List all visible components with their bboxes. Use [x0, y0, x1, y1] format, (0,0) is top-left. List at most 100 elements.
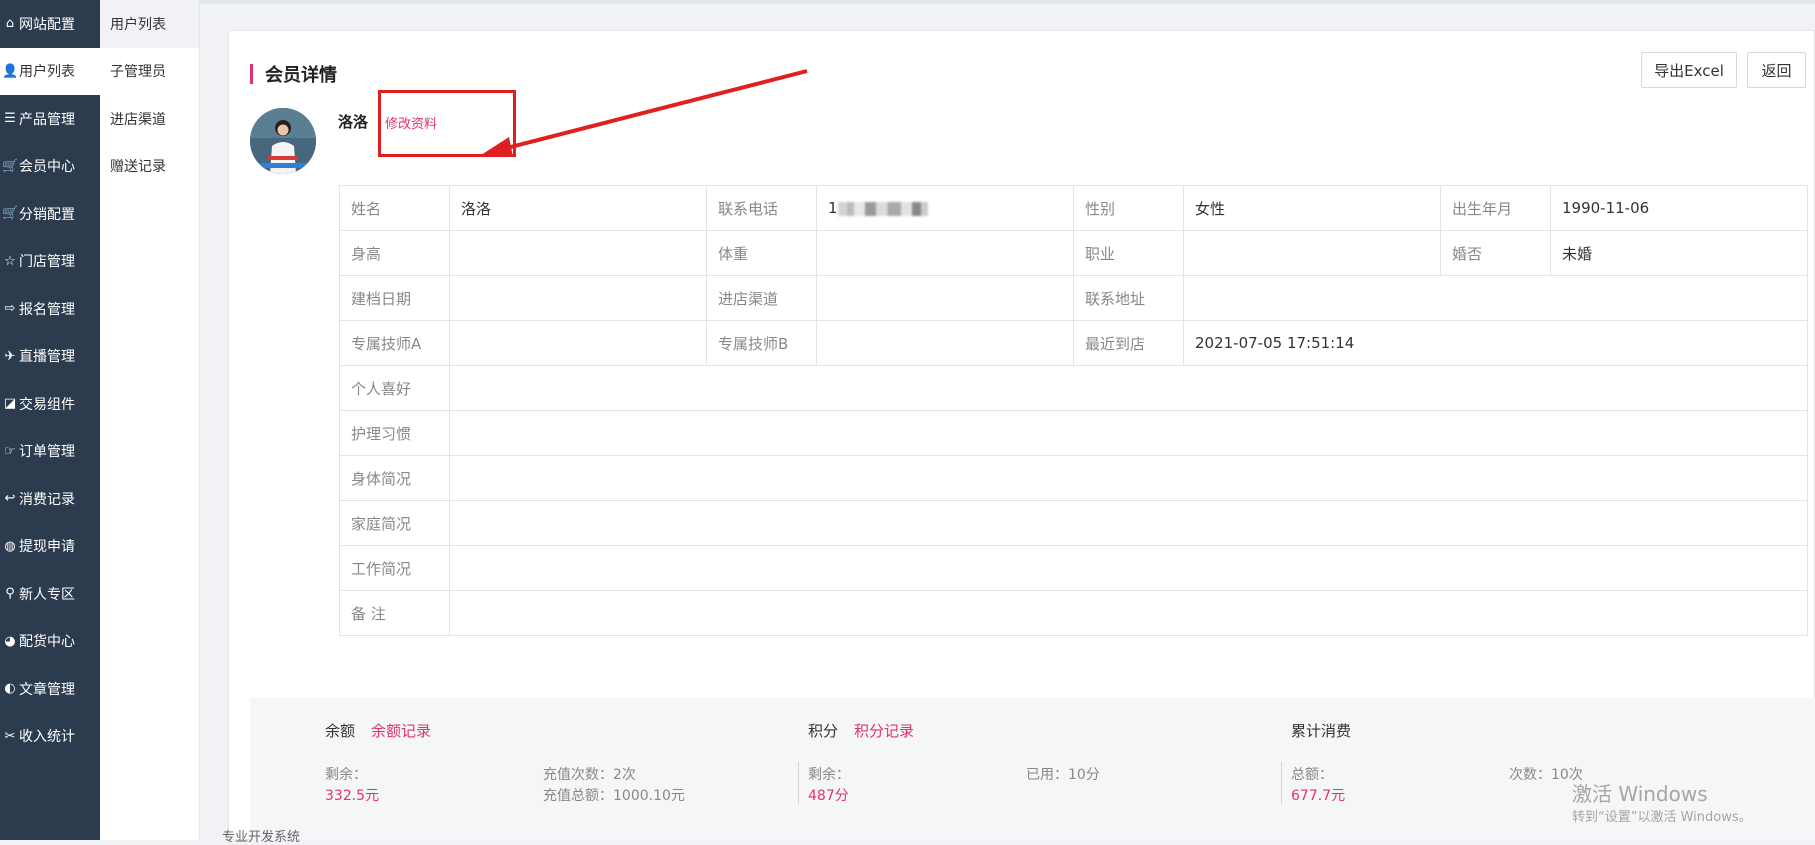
- map-pin-icon: ⚲: [5, 586, 15, 602]
- sidebar-item-distribution[interactable]: 🛒 分销配置: [0, 190, 100, 238]
- balance-records-link[interactable]: 余额记录: [371, 722, 431, 740]
- avatar: [250, 108, 316, 174]
- spending-header: 累计消费: [1291, 720, 1351, 741]
- sidebar-item-label: 订单管理: [19, 444, 75, 461]
- sidebar-item-label: 门店管理: [19, 254, 75, 271]
- sidebar-item-label: 产品管理: [19, 111, 75, 128]
- address-label: 联系地址: [1073, 275, 1184, 321]
- export-excel-button[interactable]: 导出Excel: [1641, 52, 1737, 88]
- sidebar-item-orders[interactable]: ☞ 订单管理: [0, 428, 100, 476]
- top-strip: [200, 0, 1815, 4]
- sidebar-item-articles[interactable]: ◐ 文章管理: [0, 665, 100, 713]
- phone-value: 1: [816, 185, 1074, 231]
- note-label: 备 注: [339, 590, 450, 636]
- sidebar-item-stores[interactable]: ☆ 门店管理: [0, 238, 100, 286]
- annotation-arrow: [481, 69, 808, 157]
- work-summary-value: [449, 545, 1808, 591]
- cart-icon: 🛒: [2, 158, 19, 174]
- sidebar-item-label: 配货中心: [19, 634, 75, 651]
- sidebar-item-live[interactable]: ✈ 直播管理: [0, 333, 100, 381]
- sidebar-item-consumption[interactable]: ↩ 消费记录: [0, 475, 100, 523]
- file-date-value: [449, 275, 707, 321]
- avatar-image: [250, 108, 316, 174]
- sidebar-item-label: 收入统计: [19, 729, 75, 746]
- subnav-item-sub-admin[interactable]: 子管理员: [100, 48, 199, 96]
- phone-prefix: 1: [828, 199, 838, 217]
- points-remain-value: 487分: [808, 788, 849, 804]
- spending-total-label: 总额：: [1291, 767, 1333, 783]
- marital-label: 婚否: [1440, 230, 1551, 276]
- sidebar-item-label: 直播管理: [19, 349, 75, 366]
- points-title: 积分: [808, 722, 839, 740]
- channel-value: [816, 275, 1074, 321]
- pie-chart-icon: ◕: [4, 633, 16, 649]
- sidebar-item-trade-components[interactable]: ◪ 交易组件: [0, 380, 100, 428]
- eraser-icon: ◪: [3, 396, 17, 412]
- points-section: 积分 积分记录 剩余： 487分 已用：10分: [798, 698, 1288, 840]
- list-icon: ☰: [4, 111, 16, 127]
- hand-icon: ☞: [4, 443, 16, 459]
- balance-section: 余额 余额记录 剩余： 332.5元 充值次数：2次 充值总额：1000.10元: [325, 698, 805, 840]
- sub-navigation: 用户列表 子管理员 进店渠道 赠送记录: [100, 0, 200, 840]
- member-info-table: 姓名 洛洛 联系电话 1 性别 女性 出生年月 1990-11-06 身高 体重…: [339, 185, 1808, 636]
- sidebar-item-label: 用户列表: [19, 64, 75, 81]
- points-used: 已用：10分: [1026, 767, 1100, 783]
- sidebar-item-label: 新人专区: [19, 586, 75, 603]
- sidebar-item-label: 分销配置: [19, 206, 75, 223]
- sidebar-item-label: 交易组件: [19, 396, 75, 413]
- height-label: 身高: [339, 230, 450, 276]
- birth-label: 出生年月: [1440, 185, 1551, 231]
- job-value: [1183, 230, 1441, 276]
- table-row: 身高 体重 职业 婚否 未婚: [339, 230, 1808, 276]
- subnav-item-gift-records[interactable]: 赠送记录: [100, 143, 199, 191]
- sidebar-item-newcomer[interactable]: ⚲ 新人专区: [0, 570, 100, 618]
- sidebar-item-income[interactable]: ✂ 收入统计: [0, 713, 100, 761]
- points-records-link[interactable]: 积分记录: [854, 722, 914, 740]
- reply-icon: ↩: [4, 491, 16, 507]
- sidebar-item-member-center[interactable]: 🛒 会员中心: [0, 143, 100, 191]
- title-accent-bar: [250, 64, 253, 84]
- back-button[interactable]: 返回: [1747, 52, 1806, 88]
- sidebar-item-registration[interactable]: ⇨ 报名管理: [0, 285, 100, 333]
- points-header: 积分 积分记录: [808, 720, 914, 741]
- balance-remain-label: 剩余：: [325, 767, 367, 783]
- sidebar-item-label: 网站配置: [19, 16, 75, 33]
- spending-title: 累计消费: [1291, 722, 1352, 740]
- marital-value: 未婚: [1550, 230, 1808, 276]
- body-summary-label: 身体简况: [339, 455, 450, 501]
- sidebar-item-label: 报名管理: [19, 301, 75, 318]
- work-summary-label: 工作简况: [339, 545, 450, 591]
- recharge-total: 充值总额：1000.10元: [543, 788, 685, 804]
- table-row: 身体简况: [339, 455, 1808, 501]
- hobby-value: [449, 365, 1808, 411]
- name-value: 洛洛: [449, 185, 707, 231]
- balance-header: 余额 余额记录: [325, 720, 431, 741]
- last-visit-value: 2021-07-05 17:51:14: [1183, 320, 1808, 366]
- sidebar-item-withdraw[interactable]: ◍ 提现申请: [0, 523, 100, 571]
- tech-a-value: [449, 320, 707, 366]
- sidebar-item-user-list[interactable]: 👤 用户列表: [0, 47, 100, 95]
- subnav-item-user-list[interactable]: 用户列表: [100, 0, 199, 48]
- subnav-item-channels[interactable]: 进店渠道: [100, 95, 199, 143]
- tech-a-label: 专属技师A: [339, 320, 450, 366]
- wrench-icon: ✂: [4, 728, 16, 744]
- care-habit-label: 护理习惯: [339, 410, 450, 456]
- gender-value: 女性: [1183, 185, 1441, 231]
- adjust-icon: ◐: [4, 681, 16, 697]
- points-remain-label: 剩余：: [808, 767, 850, 783]
- sidebar-item-products[interactable]: ☰ 产品管理: [0, 95, 100, 143]
- sidebar-item-label: 会员中心: [19, 159, 75, 176]
- sidebar-item-site-config[interactable]: ⌂ 网站配置: [0, 0, 100, 48]
- sidebar-item-distribution-center[interactable]: ◕ 配货中心: [0, 618, 100, 666]
- balance-title: 余额: [325, 722, 356, 740]
- home-icon: ⌂: [5, 16, 15, 32]
- tech-b-value: [816, 320, 1074, 366]
- hobby-label: 个人喜好: [339, 365, 450, 411]
- note-value: [449, 590, 1808, 636]
- table-row: 护理习惯: [339, 410, 1808, 456]
- sidebar-item-label: 提现申请: [19, 539, 75, 556]
- stats-divider: [1281, 762, 1282, 804]
- wechat-icon: ◍: [4, 538, 16, 554]
- phone-redacted: [837, 201, 928, 216]
- body-summary-value: [449, 455, 1808, 501]
